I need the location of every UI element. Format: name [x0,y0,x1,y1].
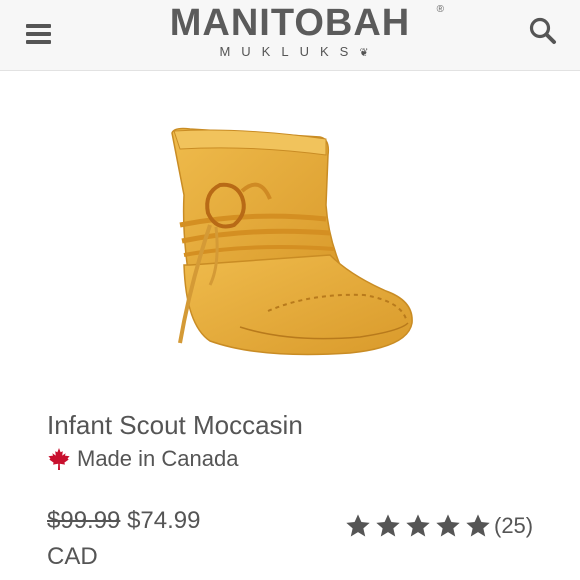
review-count[interactable]: (25) [494,513,533,539]
logo-maple-leaf-icon: ❦ [359,47,369,59]
sale-price: $74.99 [127,507,201,534]
top-header: MANITOBAH ® MUKLUKS❦ [0,0,580,71]
star-icon [406,514,430,537]
star-icon [376,514,400,537]
currency: CAD [47,543,98,570]
brand-subtitle: MUKLUKS❦ [219,44,369,59]
maple-leaf-icon [48,448,70,470]
menu-icon[interactable] [26,22,51,46]
brand-name: MANITOBAH [169,2,411,44]
star-icon [346,514,370,537]
product-image[interactable] [150,115,430,375]
rating-summary[interactable]: (25) [344,510,533,542]
origin-badge: Made in Canada [47,445,238,473]
product-title[interactable]: Infant Scout Moccasin [47,409,303,441]
registered-mark: ® [436,4,444,15]
origin-text: Made in Canada [77,446,239,471]
search-icon[interactable] [527,15,559,47]
star-icon [466,514,490,537]
price-block: $99.99 $74.99 CAD [47,503,297,575]
original-price: $99.99 [47,507,121,534]
star-icon [436,514,460,537]
brand-logo[interactable]: MANITOBAH ® MUKLUKS❦ [130,0,450,70]
